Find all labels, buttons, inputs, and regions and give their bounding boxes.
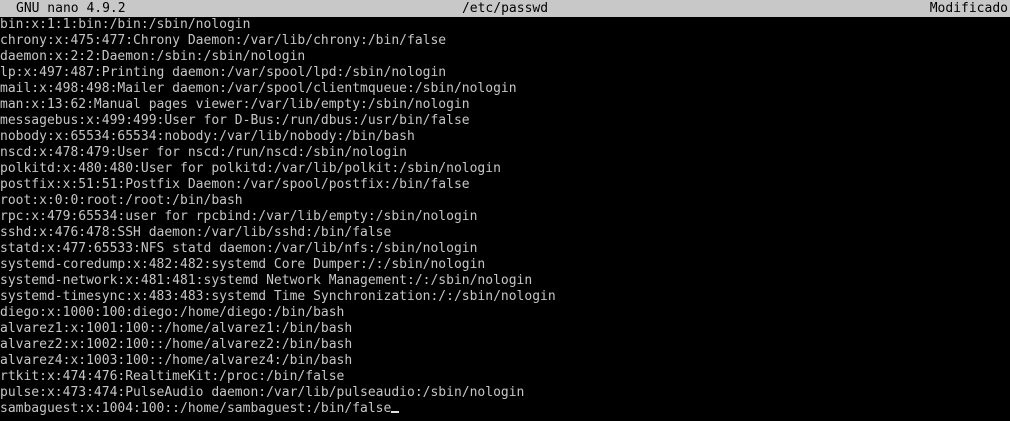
text-line[interactable]: man:x:13:62:Manual pages viewer:/var/lib… xyxy=(0,97,1010,113)
text-line[interactable]: lp:x:497:487:Printing daemon:/var/spool/… xyxy=(0,65,1010,81)
text-line[interactable]: alvarez4:x:1003:100::/home/alvarez4:/bin… xyxy=(0,353,1010,369)
text-line[interactable]: chrony:x:475:477:Chrony Daemon:/var/lib/… xyxy=(0,33,1010,49)
text-line[interactable]: rpc:x:479:65534:user for rpcbind:/var/li… xyxy=(0,209,1010,225)
text-line[interactable]: systemd-timesync:x:483:483:systemd Time … xyxy=(0,289,1010,305)
text-line[interactable]: sambaguest:x:1004:100::/home/sambaguest:… xyxy=(0,401,1010,417)
text-line[interactable]: nobody:x:65534:65534:nobody:/var/lib/nob… xyxy=(0,129,1010,145)
text-line[interactable]: mail:x:498:498:Mailer daemon:/var/spool/… xyxy=(0,81,1010,97)
text-line[interactable]: sshd:x:476:478:SSH daemon:/var/lib/sshd:… xyxy=(0,225,1010,241)
text-line[interactable]: statd:x:477:65533:NFS statd daemon:/var/… xyxy=(0,241,1010,257)
text-line[interactable]: alvarez1:x:1001:100::/home/alvarez1:/bin… xyxy=(0,321,1010,337)
modified-status: Modificado xyxy=(929,1,1008,16)
text-line[interactable]: postfix:x:51:51:Postfix Daemon:/var/spoo… xyxy=(0,177,1010,193)
text-line[interactable]: systemd-coredump:x:482:482:systemd Core … xyxy=(0,257,1010,273)
text-line[interactable]: messagebus:x:499:499:User for D-Bus:/run… xyxy=(0,113,1010,129)
nano-title-bar: /etc/passwd GNU nano 4.9.2 Modificado xyxy=(0,0,1010,17)
text-line[interactable]: systemd-network:x:481:481:systemd Networ… xyxy=(0,273,1010,289)
text-editor-area[interactable]: bin:x:1:1:bin:/bin:/sbin/nologin chrony:… xyxy=(0,17,1010,421)
text-line[interactable]: bin:x:1:1:bin:/bin:/sbin/nologin xyxy=(0,17,1010,33)
text-line[interactable]: nscd:x:478:479:User for nscd:/run/nscd:/… xyxy=(0,145,1010,161)
text-line[interactable]: polkitd:x:480:480:User for polkitd:/var/… xyxy=(0,161,1010,177)
editor-version: GNU nano 4.9.2 xyxy=(16,1,126,16)
text-line[interactable]: diego:x:1000:100:diego:/home/diego:/bin/… xyxy=(0,305,1010,321)
text-line[interactable]: pulse:x:473:474:PulseAudio daemon:/var/l… xyxy=(0,385,1010,401)
text-line[interactable]: rtkit:x:474:476:RealtimeKit:/proc:/bin/f… xyxy=(0,369,1010,385)
text-line[interactable]: root:x:0:0:root:/root:/bin/bash xyxy=(0,193,1010,209)
file-name: /etc/passwd xyxy=(461,1,549,16)
text-line[interactable]: daemon:x:2:2:Daemon:/sbin:/sbin/nologin xyxy=(0,49,1010,65)
text-cursor xyxy=(391,411,400,413)
text-line[interactable]: alvarez2:x:1002:100::/home/alvarez2:/bin… xyxy=(0,337,1010,353)
